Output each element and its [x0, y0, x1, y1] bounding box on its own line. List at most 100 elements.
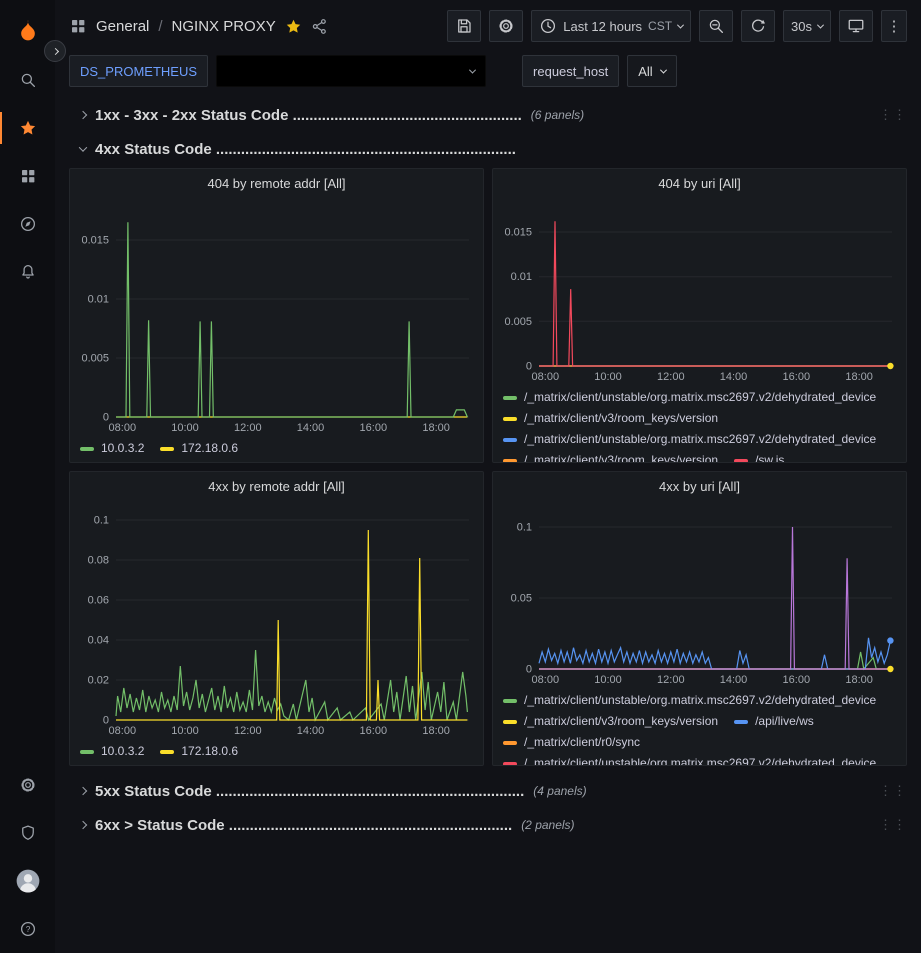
- sidebar-item-profile[interactable]: [0, 857, 55, 905]
- legend-label: 172.18.0.6: [181, 741, 238, 762]
- panel-grid: 404 by remote addr [All] 00.0050.010.015…: [69, 168, 907, 766]
- tv-mode-button[interactable]: [839, 10, 873, 42]
- svg-text:0.05: 0.05: [511, 593, 532, 605]
- breadcrumb-title[interactable]: NGINX PROXY: [172, 18, 276, 35]
- legend-swatch: [80, 750, 94, 754]
- chevron-down-icon: [79, 143, 87, 151]
- panel-legend: /_matrix/client/unstable/org.matrix.msc2…: [493, 687, 906, 765]
- chevron-right-icon: [79, 821, 87, 829]
- sidebar-item-starred[interactable]: [0, 104, 55, 152]
- legend-item[interactable]: 10.0.3.2: [80, 741, 144, 762]
- panel-title[interactable]: 4xx by uri [All]: [493, 472, 906, 500]
- main-area: General / NGINX PROXY Last 12 hours CST: [55, 0, 921, 953]
- svg-text:0.04: 0.04: [88, 635, 109, 647]
- svg-text:0.1: 0.1: [517, 522, 532, 534]
- legend-item[interactable]: /_matrix/client/v3/room_keys/version: [503, 711, 718, 732]
- panel-title[interactable]: 404 by uri [All]: [493, 169, 906, 197]
- legend-item[interactable]: 10.0.3.2: [80, 438, 144, 459]
- panel-title[interactable]: 404 by remote addr [All]: [70, 169, 483, 197]
- row-title: 4xx Status Code ........................…: [95, 141, 516, 158]
- panel-title[interactable]: 4xx by remote addr [All]: [70, 472, 483, 500]
- dashboard-row-4xx[interactable]: 4xx Status Code ........................…: [69, 134, 907, 164]
- sidebar-item-help[interactable]: ?: [0, 905, 55, 953]
- svg-text:18:00: 18:00: [422, 422, 450, 434]
- svg-text:18:00: 18:00: [845, 371, 873, 383]
- legend-item[interactable]: /_matrix/client/unstable/org.matrix.msc2…: [503, 387, 876, 408]
- variable-label-datasource[interactable]: DS_PROMETHEUS: [69, 55, 208, 87]
- sidebar-item-explore[interactable]: [0, 200, 55, 248]
- svg-text:0.015: 0.015: [81, 235, 109, 247]
- refresh-interval-label: 30s: [791, 19, 812, 34]
- dashboard-row-5xx[interactable]: 5xx Status Code ........................…: [69, 776, 907, 806]
- save-dashboard-button[interactable]: [447, 10, 481, 42]
- time-series-chart[interactable]: 00.020.040.060.080.108:0010:0012:0014:00…: [70, 500, 483, 738]
- legend-swatch: [503, 762, 517, 766]
- svg-text:0.005: 0.005: [81, 353, 109, 365]
- grafana-flame-icon: [15, 18, 41, 44]
- legend-item[interactable]: /api/live/ws: [734, 711, 814, 732]
- legend-item[interactable]: /sw.js: [734, 450, 784, 462]
- svg-text:14:00: 14:00: [297, 725, 325, 737]
- chart-svg: 00.020.040.060.080.108:0010:0012:0014:00…: [70, 500, 483, 738]
- legend-swatch: [80, 447, 94, 451]
- refresh-interval-dropdown[interactable]: 30s: [783, 10, 831, 42]
- svg-text:0.1: 0.1: [94, 515, 109, 527]
- time-range-picker[interactable]: Last 12 hours CST: [531, 10, 691, 42]
- legend-label: /_matrix/client/unstable/org.matrix.msc2…: [524, 387, 876, 408]
- zoom-out-time-button[interactable]: [699, 10, 733, 42]
- legend-label: 10.0.3.2: [101, 741, 144, 762]
- legend-item[interactable]: /_matrix/client/unstable/org.matrix.msc2…: [503, 753, 876, 765]
- dashboard-settings-button[interactable]: [489, 10, 523, 42]
- star-icon: [19, 119, 37, 137]
- sidebar: ?: [0, 0, 55, 953]
- variables-bar: DS_PROMETHEUS request_host All: [55, 52, 921, 96]
- time-series-chart[interactable]: 00.0050.010.01508:0010:0012:0014:0016:00…: [493, 197, 906, 384]
- legend-label: /_matrix/client/r0/sync: [524, 732, 640, 753]
- svg-text:16:00: 16:00: [360, 725, 388, 737]
- dashboard-row-6xx[interactable]: 6xx > Status Code ......................…: [69, 810, 907, 840]
- variable-value-request-host[interactable]: All: [627, 55, 676, 87]
- variable-label-request-host[interactable]: request_host: [522, 55, 619, 87]
- legend-item[interactable]: /_matrix/client/r0/sync: [503, 732, 640, 753]
- legend-swatch: [503, 699, 517, 703]
- sidebar-item-configuration[interactable]: [0, 761, 55, 809]
- sidebar-item-server-admin[interactable]: [0, 809, 55, 857]
- row-panel-count: (6 panels): [531, 108, 584, 122]
- legend-label: /api/live/ws: [755, 711, 814, 732]
- legend-item[interactable]: /_matrix/client/v3/room_keys/version: [503, 450, 718, 462]
- svg-text:08:00: 08:00: [532, 674, 560, 686]
- chevron-right-icon: [51, 47, 58, 54]
- sidebar-item-alerting[interactable]: [0, 248, 55, 296]
- time-series-chart[interactable]: 00.0050.010.01508:0010:0012:0014:0016:00…: [70, 197, 483, 435]
- legend-item[interactable]: 172.18.0.6: [160, 741, 238, 762]
- svg-text:0.02: 0.02: [88, 675, 109, 687]
- sidebar-item-search[interactable]: [0, 56, 55, 104]
- svg-text:16:00: 16:00: [360, 422, 388, 434]
- breadcrumb-section[interactable]: General: [96, 18, 149, 35]
- share-icon[interactable]: [311, 18, 328, 35]
- legend-item[interactable]: /_matrix/client/unstable/org.matrix.msc2…: [503, 690, 876, 711]
- legend-item[interactable]: /_matrix/client/unstable/org.matrix.msc2…: [503, 429, 876, 450]
- favorite-star-icon[interactable]: [285, 18, 302, 35]
- legend-item[interactable]: 172.18.0.6: [160, 438, 238, 459]
- sidebar-expand-button[interactable]: [44, 40, 66, 62]
- dashboard-row-1xx-3xx-2xx[interactable]: 1xx - 3xx - 2xx Status Code ............…: [69, 100, 907, 130]
- time-series-chart[interactable]: 00.050.108:0010:0012:0014:0016:0018:00: [493, 500, 906, 687]
- variable-value-datasource[interactable]: [216, 55, 486, 87]
- svg-text:0.08: 0.08: [88, 555, 109, 567]
- svg-text:10:00: 10:00: [171, 422, 199, 434]
- row-drag-handle[interactable]: ⋮⋮: [879, 820, 907, 830]
- legend-label: 172.18.0.6: [181, 438, 238, 459]
- breadcrumb: General / NGINX PROXY: [69, 17, 328, 35]
- legend-item[interactable]: /_matrix/client/v3/room_keys/version: [503, 408, 718, 429]
- svg-text:0.06: 0.06: [88, 595, 109, 607]
- sidebar-item-dashboards[interactable]: [0, 152, 55, 200]
- legend-swatch: [734, 720, 748, 724]
- row-drag-handle[interactable]: ⋮⋮: [879, 786, 907, 796]
- chevron-down-icon: [817, 21, 824, 28]
- shield-icon: [19, 824, 37, 842]
- row-drag-handle[interactable]: ⋮⋮: [879, 110, 907, 120]
- refresh-button[interactable]: [741, 10, 775, 42]
- kebab-menu-button[interactable]: ⋮: [881, 10, 907, 42]
- chevron-right-icon: [79, 787, 87, 795]
